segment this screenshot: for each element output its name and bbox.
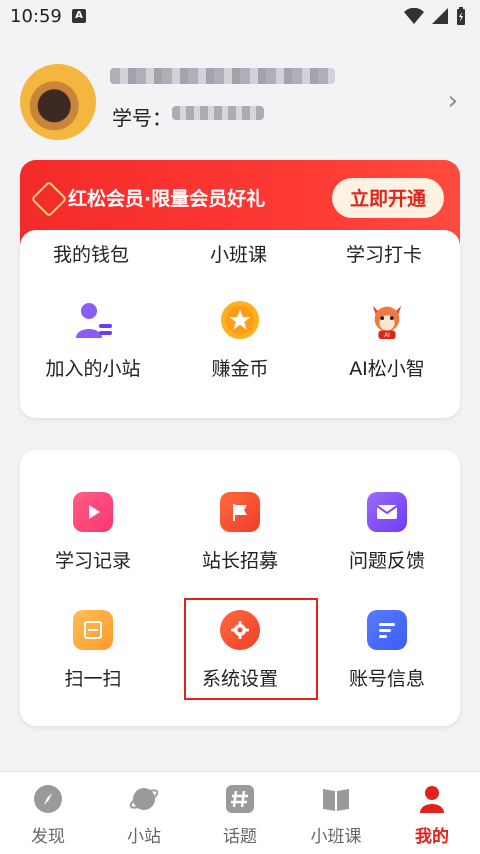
study-checkin-link[interactable]: 学习打卡 bbox=[346, 240, 422, 264]
tab-small-class[interactable]: 小班课 bbox=[288, 784, 384, 847]
small-class-link[interactable]: 小班课 bbox=[210, 240, 267, 264]
tab-mine-label: 我的 bbox=[415, 827, 449, 847]
signal-icon bbox=[432, 8, 448, 24]
coin-star-icon bbox=[220, 300, 260, 340]
battery-icon bbox=[457, 7, 465, 25]
account-info-item[interactable]: 账号信息 bbox=[314, 610, 460, 691]
play-icon bbox=[73, 492, 113, 532]
partial-row: 我的钱包 小班课 学习打卡 bbox=[20, 230, 460, 264]
scan-item[interactable]: 扫一扫 bbox=[20, 610, 166, 691]
svg-text:AI: AI bbox=[384, 333, 390, 339]
flag-icon bbox=[220, 492, 260, 532]
tab-discover-label: 发现 bbox=[31, 827, 65, 847]
bottom-tab-bar: 发现 小站 话题 小班课 我的 bbox=[0, 771, 480, 854]
hashtag-icon bbox=[225, 784, 255, 814]
ai-assistant-item[interactable]: AI AI松小智 bbox=[314, 300, 460, 381]
features-card-1: 我的钱包 小班课 学习打卡 加入的小站 赚金币 AI AI松小智 bbox=[20, 230, 460, 418]
earn-coins-label: 赚金币 bbox=[211, 358, 269, 380]
planet-icon bbox=[129, 784, 159, 814]
station-recruit-item[interactable]: 站长招募 bbox=[167, 492, 313, 573]
chevron-right-icon[interactable]: › bbox=[448, 86, 458, 116]
person-icon bbox=[417, 784, 447, 814]
user-list-icon bbox=[73, 300, 113, 340]
avatar[interactable] bbox=[20, 64, 96, 140]
scan-label: 扫一扫 bbox=[64, 668, 122, 690]
station-recruit-label: 站长招募 bbox=[201, 550, 278, 572]
feedback-label: 问题反馈 bbox=[348, 550, 425, 572]
vip-badge-icon bbox=[30, 180, 68, 218]
status-bar: 10:59 A bbox=[0, 0, 480, 34]
username-blurred bbox=[110, 68, 335, 84]
student-id-blurred bbox=[172, 106, 264, 120]
vip-banner-text: 红松会员·限量会员好礼 bbox=[68, 188, 266, 210]
book-icon bbox=[321, 784, 351, 814]
status-time: 10:59 bbox=[10, 6, 62, 27]
document-icon bbox=[367, 610, 407, 650]
study-record-item[interactable]: 学习记录 bbox=[20, 492, 166, 573]
vip-open-button[interactable]: 立即开通 bbox=[332, 178, 444, 218]
notification-a-icon: A bbox=[72, 9, 86, 23]
tab-discover[interactable]: 发现 bbox=[0, 784, 96, 847]
wifi-icon bbox=[404, 8, 424, 24]
squirrel-mascot-icon: AI bbox=[367, 300, 407, 340]
tab-stations-label: 小站 bbox=[127, 827, 161, 847]
joined-stations-item[interactable]: 加入的小站 bbox=[20, 300, 166, 381]
tab-stations[interactable]: 小站 bbox=[96, 784, 192, 847]
tab-topics[interactable]: 话题 bbox=[192, 784, 288, 847]
student-id-label: 学号： bbox=[112, 106, 172, 130]
system-settings-highlight bbox=[184, 598, 318, 700]
profile-header[interactable]: 学号： › bbox=[0, 50, 480, 160]
tab-small-class-label: 小班课 bbox=[310, 827, 362, 847]
tab-topics-label: 话题 bbox=[223, 827, 257, 847]
mail-icon bbox=[367, 492, 407, 532]
wallet-link[interactable]: 我的钱包 bbox=[53, 240, 129, 264]
earn-coins-item[interactable]: 赚金币 bbox=[167, 300, 313, 381]
feedback-item[interactable]: 问题反馈 bbox=[314, 492, 460, 573]
account-info-label: 账号信息 bbox=[348, 668, 425, 690]
compass-icon bbox=[33, 784, 63, 814]
tab-mine[interactable]: 我的 bbox=[384, 784, 480, 847]
status-right bbox=[404, 7, 466, 25]
joined-stations-label: 加入的小站 bbox=[45, 358, 141, 380]
scan-icon bbox=[73, 610, 113, 650]
study-record-label: 学习记录 bbox=[54, 550, 131, 572]
ai-assistant-label: AI松小智 bbox=[349, 358, 425, 380]
